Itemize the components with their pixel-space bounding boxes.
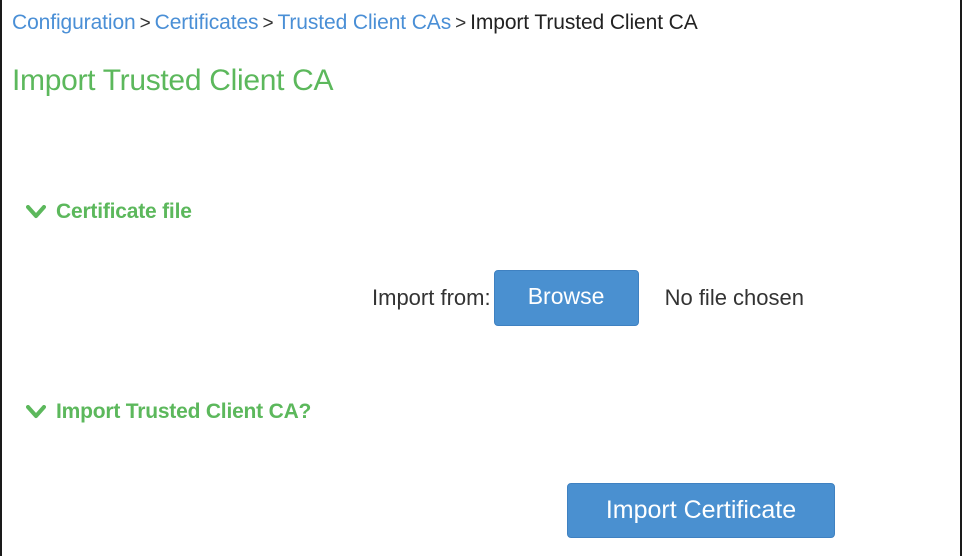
breadcrumb: Configuration > Certificates > Trusted Clien… bbox=[12, 11, 698, 35]
breadcrumb-separator: > bbox=[262, 13, 274, 34]
section-title: Certificate file bbox=[56, 200, 192, 223]
breadcrumb-link-configuration[interactable]: Configuration bbox=[12, 11, 136, 34]
breadcrumb-link-certificates[interactable]: Certificates bbox=[155, 11, 259, 34]
file-import-row: Import from: Browse No file chosen bbox=[372, 270, 804, 326]
section-header-import-confirm[interactable]: Import Trusted Client CA? bbox=[26, 400, 311, 424]
breadcrumb-current: Import Trusted Client CA bbox=[470, 11, 698, 34]
section-title: Import Trusted Client CA? bbox=[56, 400, 312, 423]
breadcrumb-separator: > bbox=[139, 13, 151, 34]
breadcrumb-link-trusted-client-cas[interactable]: Trusted Client CAs bbox=[277, 11, 451, 34]
page-frame: Configuration > Certificates > Trusted Clien… bbox=[0, 0, 962, 556]
browse-button[interactable]: Browse bbox=[493, 270, 639, 326]
page-title: Import Trusted Client CA bbox=[12, 64, 334, 97]
section-header-certificate-file[interactable]: Certificate file bbox=[26, 200, 192, 224]
file-status-text: No file chosen bbox=[664, 285, 804, 310]
chevron-down-icon bbox=[26, 405, 46, 418]
import-from-label: Import from: bbox=[372, 285, 491, 310]
chevron-down-icon bbox=[26, 205, 46, 218]
import-certificate-button[interactable]: Import Certificate bbox=[567, 483, 835, 538]
breadcrumb-separator: > bbox=[455, 13, 467, 34]
